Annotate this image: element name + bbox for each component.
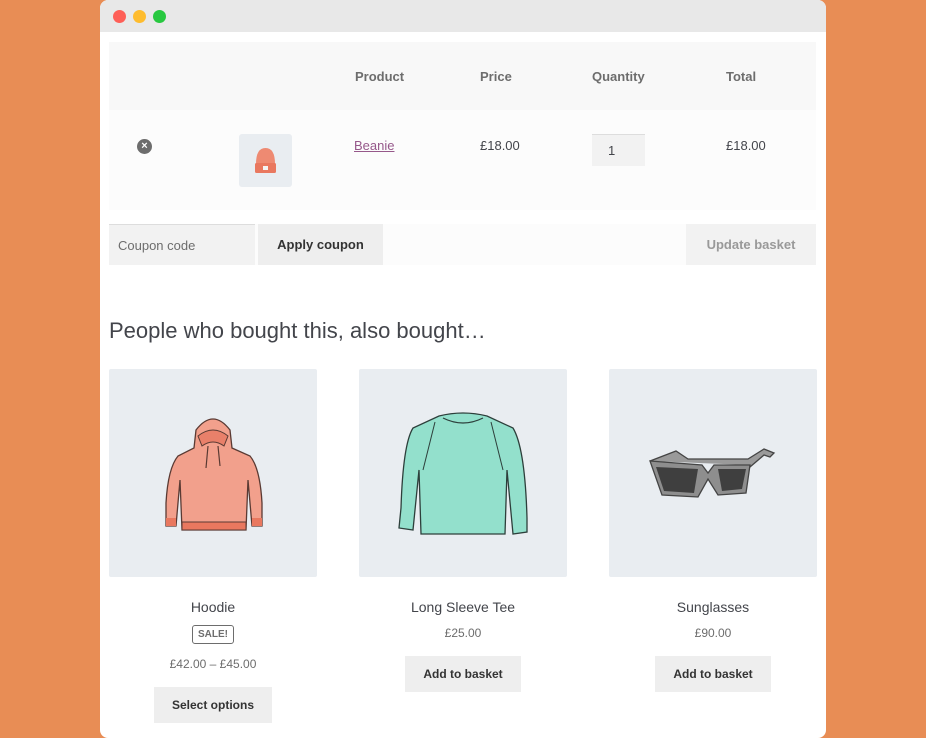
product-name[interactable]: Hoodie: [109, 599, 317, 615]
cart-item-link[interactable]: Beanie: [354, 138, 394, 153]
product-card-sunglasses: Sunglasses £90.00 Add to basket: [609, 369, 817, 692]
product-price: £90.00: [694, 626, 732, 640]
product-card-long-sleeve-tee: Long Sleeve Tee £25.00 Add to basket: [359, 369, 567, 692]
cart-actions: Apply coupon Update basket: [109, 224, 816, 265]
close-window-button[interactable]: [113, 10, 126, 23]
product-name[interactable]: Sunglasses: [609, 599, 817, 615]
header-product: Product: [355, 69, 405, 84]
beanie-image-icon: [255, 148, 276, 173]
minimize-window-button[interactable]: [133, 10, 146, 23]
maximize-window-button[interactable]: [153, 10, 166, 23]
select-options-button[interactable]: Select options: [153, 687, 272, 723]
window-titlebar: [100, 0, 826, 32]
coupon-code-input[interactable]: [109, 224, 255, 265]
long-sleeve-tee-image[interactable]: [359, 369, 567, 577]
cart-item-price: £18.00: [480, 138, 520, 153]
product-price: £42.00 – £45.00: [169, 657, 257, 671]
apply-coupon-button[interactable]: Apply coupon: [258, 224, 383, 265]
hoodie-icon: [165, 418, 263, 531]
product-price: £25.00: [444, 626, 482, 640]
header-quantity: Quantity: [592, 69, 645, 84]
quantity-input[interactable]: [592, 134, 645, 166]
remove-item-icon[interactable]: ×: [137, 139, 152, 154]
add-to-basket-button[interactable]: Add to basket: [405, 656, 521, 692]
product-name[interactable]: Long Sleeve Tee: [359, 599, 567, 615]
long-sleeve-tee-icon: [398, 412, 528, 535]
cart-table: Product Price Quantity Total: [109, 42, 816, 210]
add-to-basket-button[interactable]: Add to basket: [655, 656, 771, 692]
product-card-hoodie: Hoodie SALE! £42.00 – £45.00 Select opti…: [109, 369, 317, 723]
cart-item-total: £18.00: [726, 138, 766, 153]
update-basket-button[interactable]: Update basket: [686, 224, 816, 265]
beanie-thumbnail[interactable]: [239, 134, 292, 187]
header-price: Price: [480, 69, 512, 84]
cart-table-header: Product Price Quantity Total: [109, 42, 816, 110]
sunglasses-icon: [649, 448, 776, 498]
cart-row: [109, 110, 816, 210]
hoodie-image[interactable]: [109, 369, 317, 577]
sale-badge: SALE!: [192, 625, 234, 644]
sunglasses-image[interactable]: [609, 369, 817, 577]
header-total: Total: [726, 69, 757, 84]
browser-window: Product Price Quantity Total × Beanie £1…: [100, 0, 826, 738]
cross-sells-title: People who bought this, also bought…: [109, 318, 486, 343]
